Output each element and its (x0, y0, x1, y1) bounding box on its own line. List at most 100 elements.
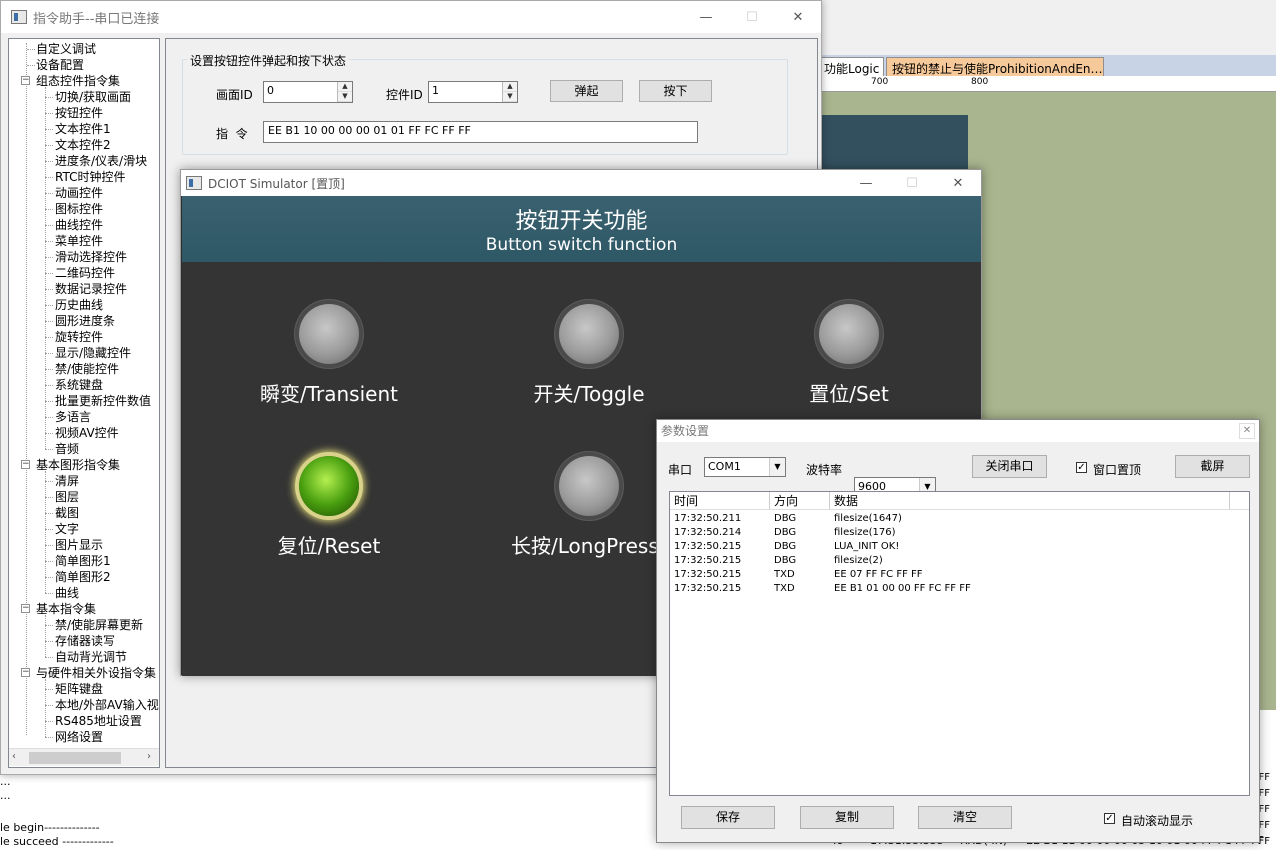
collapse-icon[interactable]: − (21, 76, 30, 85)
tree-item[interactable]: 图片显示 (55, 537, 103, 553)
tree-item[interactable]: 简单图形2 (55, 569, 111, 585)
params-title-bar[interactable]: 参数设置 ✕ (657, 420, 1259, 442)
scroll-left-icon[interactable]: ‹ (12, 751, 16, 762)
tree-group[interactable]: 与硬件相关外设指令集 (36, 665, 156, 681)
column-time[interactable]: 时间 (670, 492, 770, 509)
tree-item[interactable]: 动画控件 (55, 185, 103, 201)
reset-button[interactable] (299, 456, 359, 516)
spin-up-icon[interactable]: ▲ (338, 82, 352, 92)
close-button[interactable]: ✕ (775, 1, 821, 33)
tree-item[interactable]: 数据记录控件 (55, 281, 127, 297)
transient-button[interactable] (299, 304, 359, 364)
params-close-button[interactable]: ✕ (1239, 423, 1255, 439)
close-port-button[interactable]: 关闭串口 (972, 455, 1047, 478)
set-button[interactable] (819, 304, 879, 364)
tree-item[interactable]: 显示/隐藏控件 (55, 345, 131, 361)
background-tab-prohibition[interactable]: 按钮的禁止与使能ProhibitionAndEn… (886, 57, 1104, 76)
tree-item[interactable]: 简单图形1 (55, 553, 111, 569)
tree-item[interactable]: 本地/外部AV输入视频 (55, 697, 159, 713)
tree-item[interactable]: 多语言 (55, 409, 91, 425)
release-button[interactable]: 弹起 (550, 80, 623, 102)
tree-item[interactable]: 自动背光调节 (55, 649, 127, 665)
control-id-spinner[interactable]: 1 ▲ ▼ (428, 81, 518, 103)
tree-item[interactable]: 设备配置 (36, 57, 84, 73)
tree-item[interactable]: 文本控件2 (55, 137, 111, 153)
press-button[interactable]: 按下 (639, 80, 712, 102)
save-button[interactable]: 保存 (681, 806, 775, 829)
tree-item[interactable]: 矩阵键盘 (55, 681, 103, 697)
list-row[interactable]: 17:32:50.211 DBG filesize(1647) (670, 512, 1249, 526)
collapse-icon[interactable]: − (21, 460, 30, 469)
tree-item[interactable]: 滑动选择控件 (55, 249, 127, 265)
row-dir: TXD (774, 569, 795, 580)
tree-item[interactable]: 历史曲线 (55, 297, 103, 313)
tree-item[interactable]: 截图 (55, 505, 79, 521)
port-select[interactable]: COM1 ▼ (704, 457, 786, 477)
simulator-title-bar[interactable]: DCIOT Simulator [置顶] — ☐ ✕ (181, 170, 981, 196)
spin-down-icon[interactable]: ▼ (503, 92, 517, 102)
spin-up-icon[interactable]: ▲ (503, 82, 517, 92)
tree-item[interactable]: 图标控件 (55, 201, 103, 217)
tree-item[interactable]: 菜单控件 (55, 233, 103, 249)
screen-id-spinner[interactable]: 0 ▲ ▼ (263, 81, 353, 103)
tree-item[interactable]: 曲线控件 (55, 217, 103, 233)
tree-item[interactable]: 文本控件1 (55, 121, 111, 137)
command-field[interactable]: EE B1 10 00 00 00 01 01 FF FC FF FF (263, 121, 698, 143)
tree-item[interactable]: 批量更新控件数值 (55, 393, 151, 409)
tree-item[interactable]: 禁/使能控件 (55, 361, 119, 377)
toggle-button[interactable] (559, 304, 619, 364)
collapse-icon[interactable]: − (21, 668, 30, 677)
tree-item[interactable]: 旋转控件 (55, 329, 103, 345)
screenshot-button[interactable]: 截屏 (1175, 455, 1250, 478)
simulator-minimize-button[interactable]: — (843, 170, 889, 196)
list-row[interactable]: 17:32:50.215 DBG LUA_INIT OK! (670, 540, 1249, 554)
column-data[interactable]: 数据 (830, 492, 1230, 509)
tree-item[interactable]: 存储器读写 (55, 633, 115, 649)
tree-horizontal-scrollbar[interactable]: ‹ › (9, 748, 159, 766)
tree-item[interactable]: RS485地址设置 (55, 713, 142, 729)
background-tab-logic[interactable]: 功能Logic (818, 57, 884, 76)
tree-group[interactable]: 组态控件指令集 (36, 73, 120, 89)
tree-item[interactable]: 音频 (55, 441, 79, 457)
topmost-checkbox[interactable]: ✓ (1076, 462, 1087, 473)
tree-item[interactable]: 系统键盘 (55, 377, 103, 393)
list-row[interactable]: 17:32:50.215 DBG filesize(2) (670, 554, 1249, 568)
clear-button[interactable]: 清空 (918, 806, 1012, 829)
simulator-close-button[interactable]: ✕ (935, 170, 981, 196)
tree-item[interactable]: 按钮控件 (55, 105, 103, 121)
scroll-thumb[interactable] (29, 752, 121, 764)
message-list[interactable]: 时间 方向 数据 17:32:50.211 DBG filesize(1647) 17… (669, 491, 1250, 796)
longpress-button[interactable] (559, 456, 619, 516)
autoscroll-checkbox[interactable]: ✓ (1104, 813, 1115, 824)
tree-item[interactable]: 进度条/仪表/滑块 (55, 153, 147, 169)
tree-item[interactable]: 网络设置 (55, 729, 103, 745)
tree-group[interactable]: 基本图形指令集 (36, 457, 120, 473)
screen-id-value[interactable]: 0 (264, 82, 337, 102)
command-tree[interactable]: 自定义调试 设备配置 − 组态控件指令集 切换/获取画面 按钮控件 文本控件1 文本控件2 进度… (8, 38, 160, 768)
tree-item[interactable]: 曲线 (55, 585, 79, 601)
spin-down-icon[interactable]: ▼ (338, 92, 352, 102)
maximize-button[interactable]: ☐ (729, 1, 775, 33)
tree-item[interactable]: 自定义调试 (36, 41, 96, 57)
list-row[interactable]: 17:32:50.214 DBG filesize(176) (670, 526, 1249, 540)
dropdown-arrow-icon[interactable]: ▼ (769, 458, 785, 476)
column-direction[interactable]: 方向 (770, 492, 830, 509)
scroll-right-icon[interactable]: › (147, 751, 151, 762)
main-title-bar[interactable]: 指令助手--串口已连接 — ☐ ✕ (1, 1, 821, 33)
tree-item[interactable]: 视频AV控件 (55, 425, 119, 441)
copy-button[interactable]: 复制 (800, 806, 894, 829)
tree-item[interactable]: 圆形进度条 (55, 313, 115, 329)
tree-item[interactable]: 清屏 (55, 473, 79, 489)
list-row[interactable]: 17:32:50.215 TXD EE B1 01 00 00 FF FC FF F… (670, 582, 1249, 596)
tree-item[interactable]: 二维码控件 (55, 265, 115, 281)
tree-item[interactable]: 切换/获取画面 (55, 89, 131, 105)
tree-item[interactable]: 禁/使能屏幕更新 (55, 617, 143, 633)
collapse-icon[interactable]: − (21, 604, 30, 613)
tree-item[interactable]: RTC时钟控件 (55, 169, 125, 185)
tree-item[interactable]: 图层 (55, 489, 79, 505)
control-id-value[interactable]: 1 (429, 82, 502, 102)
minimize-button[interactable]: — (683, 1, 729, 33)
tree-item[interactable]: 文字 (55, 521, 79, 537)
list-row[interactable]: 17:32:50.215 TXD EE 07 FF FC FF FF (670, 568, 1249, 582)
simulator-maximize-button[interactable]: ☐ (889, 170, 935, 196)
